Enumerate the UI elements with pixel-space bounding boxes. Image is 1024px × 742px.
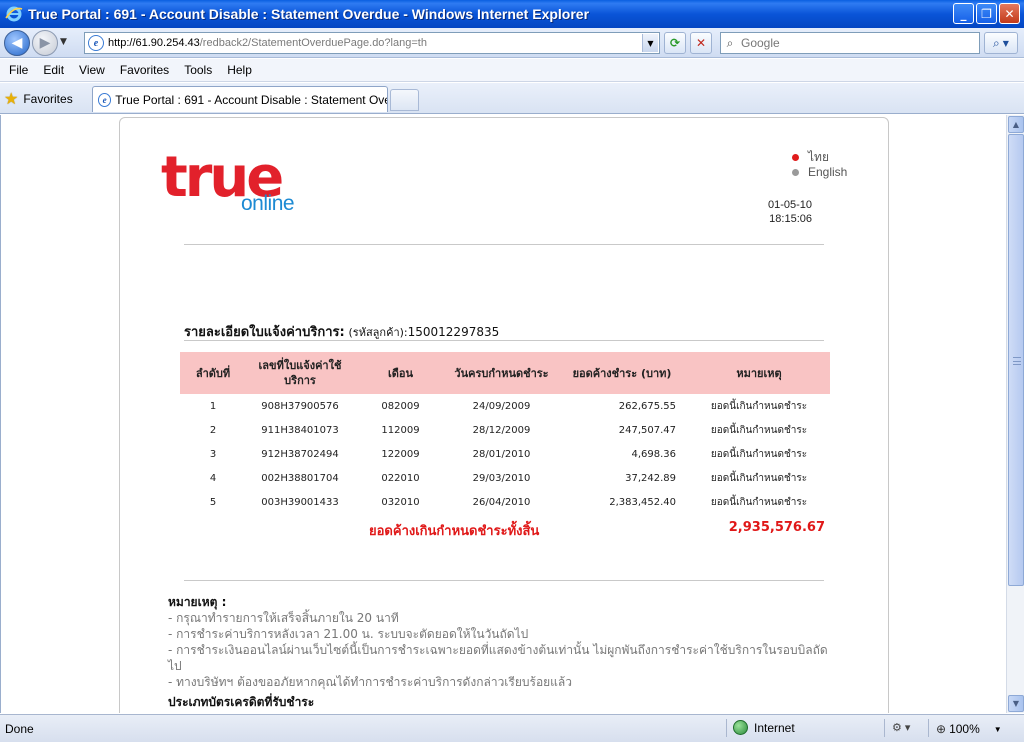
- language-selector: ไทย English: [792, 150, 847, 180]
- selected-dot-icon: [792, 154, 799, 161]
- zoom-control[interactable]: ⊕ 100% ▼: [936, 722, 1002, 736]
- divider: [184, 244, 824, 245]
- window-controls: _ ❐ ✕: [953, 3, 1020, 24]
- menu-help[interactable]: Help: [227, 63, 252, 77]
- status-separator: [928, 719, 929, 737]
- note-item: - การชำระเงินออนไลน์ผ่านเว็บไซต์นี้เป็นก…: [168, 643, 828, 673]
- restore-button[interactable]: ❐: [976, 3, 997, 24]
- page-icon: e: [88, 35, 104, 51]
- vertical-scrollbar[interactable]: ▲ ▼: [1006, 115, 1024, 713]
- note-item: - กรุณาทำรายการให้เสร็จสิ้นภายใน 20 นาที: [168, 611, 399, 625]
- menu-file[interactable]: File: [9, 63, 28, 77]
- lang-english[interactable]: English: [792, 165, 847, 180]
- grip-icon: [1013, 357, 1021, 365]
- menu-view[interactable]: View: [79, 63, 105, 77]
- address-url[interactable]: http://61.90.254.43/redback2/StatementOv…: [108, 37, 427, 49]
- header-no: ลำดับที่: [180, 352, 246, 394]
- search-button[interactable]: ⌕ ▼: [984, 32, 1018, 54]
- table-row: 1 908H37900576 082009 24/09/2009 262,675…: [209, 400, 808, 412]
- forward-button[interactable]: ▶: [32, 30, 58, 56]
- note-item: - การชำระค่าบริการหลังเวลา 21.00 น. ระบบ…: [168, 627, 529, 641]
- header-month: เดือน: [354, 352, 447, 394]
- status-bar: Done Internet ⚙ ▾ ⊕ 100% ▼: [0, 714, 1024, 742]
- search-icon: ⌕: [726, 35, 734, 50]
- menu-bar: File Edit View Favorites Tools Help: [0, 59, 1024, 82]
- customer-id: 150012297835: [407, 325, 500, 339]
- address-bar[interactable]: e http://61.90.254.43/redback2/Statement…: [84, 32, 660, 54]
- status-text: Done: [5, 722, 34, 736]
- scroll-up-button[interactable]: ▲: [1008, 116, 1024, 133]
- header-due-date: วันครบกำหนดชำระ: [447, 352, 556, 394]
- status-separator: [726, 719, 727, 737]
- minimize-button[interactable]: _: [953, 3, 974, 24]
- table-header-row: ลำดับที่ เลขที่ใบแจ้งค่าใช้บริการ เดือน …: [180, 352, 830, 394]
- header-amount: ยอดค้างชำระ (บาท): [556, 352, 688, 394]
- title-bar: True Portal : 691 - Account Disable : St…: [0, 0, 1024, 28]
- favorites-button[interactable]: ★ Favorites: [4, 88, 73, 110]
- new-tab-button[interactable]: [390, 89, 419, 111]
- back-button[interactable]: ◀: [4, 30, 30, 56]
- menu-favorites[interactable]: Favorites: [120, 63, 169, 77]
- window-title: True Portal : 691 - Account Disable : St…: [28, 6, 590, 22]
- note-item: - ทางบริษัทฯ ต้องขออภัยหากคุณได้ทำการชำร…: [168, 675, 573, 689]
- search-options-icon[interactable]: ▼: [1003, 39, 1009, 48]
- favorites-bar: ★ Favorites e True Portal : 691 - Accoun…: [0, 83, 1024, 114]
- card-types-title: ประเภทบัตรเครดิตที่รับชำระ: [168, 695, 315, 709]
- unselected-dot-icon: [792, 169, 799, 176]
- total-row: ยอดค้างเกินกำหนดชำระทั้งสิ้น 2,935,576.6…: [180, 518, 830, 539]
- time: 18:15:06: [769, 213, 812, 225]
- notes-title: หมายเหตุ :: [168, 595, 227, 609]
- date: 01-05-10: [767, 199, 812, 211]
- address-dropdown[interactable]: ▼: [642, 34, 658, 52]
- search-go-icon: ⌕: [993, 35, 1000, 50]
- security-zone[interactable]: Internet: [733, 720, 795, 735]
- close-button[interactable]: ✕: [999, 3, 1020, 24]
- lang-thai[interactable]: ไทย: [792, 150, 847, 165]
- total-value: 2,935,576.67: [728, 520, 825, 535]
- zoom-icon: ⊕: [936, 722, 947, 736]
- header-invoice: เลขที่ใบแจ้งค่าใช้บริการ: [246, 352, 354, 394]
- statement-panel: true online ไทย English 01-05-10 18:15:0…: [119, 117, 889, 713]
- tab-true-portal[interactable]: e True Portal : 691 - Account Disable : …: [92, 86, 388, 112]
- table-row: 4 002H38801704 022010 29/03/2010 37,242.…: [209, 472, 808, 484]
- scroll-thumb[interactable]: [1008, 134, 1024, 586]
- menu-tools[interactable]: Tools: [184, 63, 212, 77]
- scroll-down-button[interactable]: ▼: [1008, 695, 1024, 712]
- page-icon: e: [98, 92, 112, 107]
- zoom-dropdown-icon[interactable]: ▼: [994, 725, 1002, 734]
- table-row: 2 911H38401073 112009 28/12/2009 247,507…: [209, 424, 808, 436]
- datetime: 01-05-10 18:15:06: [740, 198, 812, 226]
- ie-logo-icon: [5, 5, 23, 23]
- status-separator: [884, 719, 885, 737]
- protected-mode-icon[interactable]: ⚙ ▾: [892, 721, 910, 734]
- divider: [184, 580, 824, 581]
- header-note: หมายเหตุ: [688, 352, 830, 394]
- total-label: ยอดค้างเกินกำหนดชำระทั้งสิ้น: [369, 524, 540, 539]
- true-online-logo: true online: [161, 145, 295, 216]
- notes-section: หมายเหตุ : - กรุณาทำรายการให้เสร็จสิ้นภา…: [168, 594, 838, 710]
- star-icon: ★: [4, 91, 19, 108]
- divider: [184, 340, 824, 341]
- stop-button[interactable]: ✕: [690, 32, 712, 54]
- navigation-bar: ◀ ▶ ▼ e http://61.90.254.43/redback2/Sta…: [0, 28, 1024, 58]
- menu-edit[interactable]: Edit: [43, 63, 64, 77]
- table-row: 3 912H38702494 122009 28/01/2010 4,698.3…: [209, 448, 808, 460]
- globe-icon: [733, 720, 748, 735]
- statement-heading: รายละเอียดใบแจ้งค่าบริการ: (รหัสลูกค้า):…: [184, 325, 500, 340]
- recent-pages-dropdown[interactable]: ▼: [60, 37, 67, 47]
- statement-table: ลำดับที่ เลขที่ใบแจ้งค่าใช้บริการ เดือน …: [180, 352, 830, 514]
- page-viewport: true online ไทย English 01-05-10 18:15:0…: [0, 115, 1006, 713]
- search-input[interactable]: ⌕ Google: [720, 32, 980, 54]
- table-row: 5 003H39001433 032010 26/04/2010 2,383,4…: [209, 496, 808, 508]
- refresh-button[interactable]: ⟳: [664, 32, 686, 54]
